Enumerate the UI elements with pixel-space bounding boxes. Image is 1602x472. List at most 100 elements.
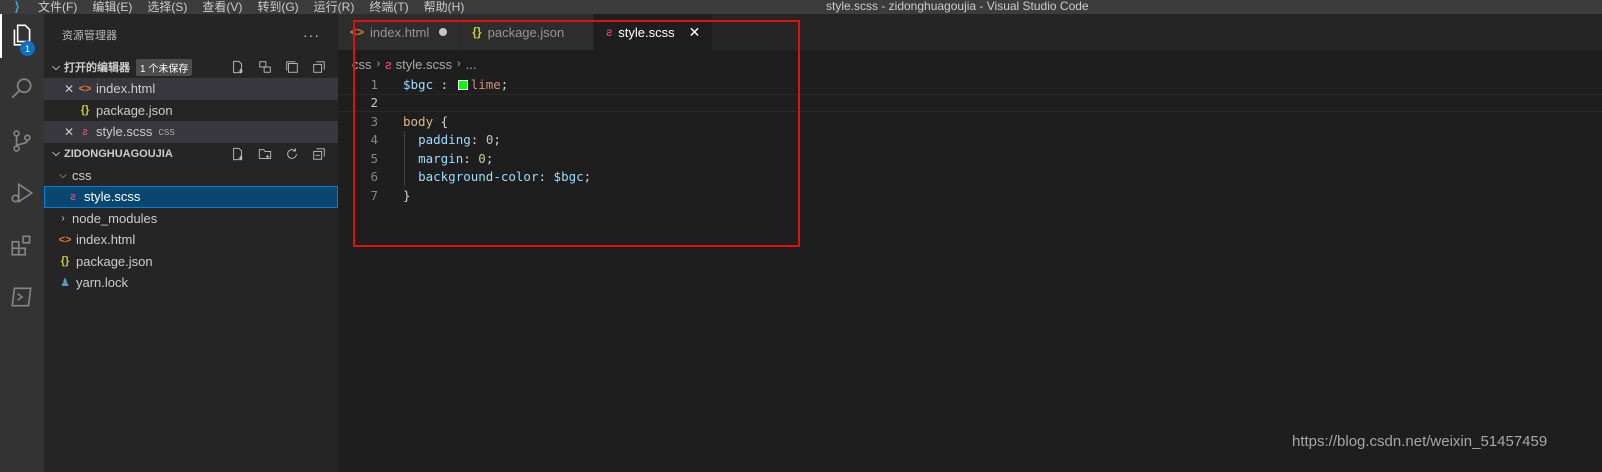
yarn-file-icon: ♟ (60, 277, 70, 290)
refresh-icon[interactable] (278, 146, 305, 162)
scss-file-icon: ƨ (606, 25, 613, 39)
explorer-sidebar: 资源管理器 ··· ⌵ 打开的编辑器 1 个未保存 ✕ <> index.htm… (44, 14, 338, 472)
menu-edit[interactable]: 编辑(E) (92, 0, 132, 14)
code-token: ; (500, 76, 509, 92)
code-token: : (538, 169, 554, 185)
source-control-icon (9, 128, 35, 157)
code-line[interactable]: 7} (338, 186, 1602, 205)
tab-index-html[interactable]: <> index.html (338, 14, 461, 50)
tree-item-folder[interactable]: › node_modules (44, 208, 338, 230)
folder-actions (224, 146, 332, 162)
tab-label: style.scss (618, 24, 675, 40)
tree-item-file[interactable]: {} package.json (44, 251, 338, 273)
close-all-editors-icon[interactable] (305, 59, 332, 75)
tree-item-folder[interactable]: ⌵ css (44, 165, 338, 187)
open-editor-item[interactable]: {} package.json (44, 100, 338, 122)
code-line[interactable]: 5 margin: 0; (338, 149, 1602, 168)
terminal-activity[interactable] (0, 276, 44, 320)
new-folder-icon[interactable] (251, 146, 278, 162)
code-line[interactable]: 2 (338, 93, 1602, 112)
tree-item-label: yarn.lock (76, 275, 129, 291)
open-editor-item[interactable]: ✕ <> index.html (44, 78, 338, 100)
open-editor-label: package.json (96, 102, 173, 118)
vscode-logo-icon: ⟩ (14, 0, 20, 14)
code-text: } (403, 188, 411, 203)
run-debug-icon (9, 180, 35, 209)
open-editors-header[interactable]: ⌵ 打开的编辑器 1 个未保存 (44, 56, 338, 78)
line-number: 3 (370, 113, 378, 129)
menu-bar: 文件(F) 编辑(E) 选择(S) 查看(V) 转到(G) 运行(R) 终端(T… (38, 0, 479, 14)
folder-header[interactable]: ⌵ ZIDONGHUAGOUJIA (44, 143, 338, 165)
search-activity[interactable] (0, 68, 44, 112)
line-number: 7 (370, 187, 378, 203)
menu-view[interactable]: 查看(V) (202, 0, 242, 14)
watermark: https://blog.csdn.net/weixin_51457459 (1292, 433, 1548, 450)
code-line[interactable]: 4 padding: 0; (338, 131, 1602, 150)
editor-tabs: <> index.html {} package.json ƨ style.sc… (338, 14, 1602, 50)
close-icon[interactable]: ✕ (62, 82, 76, 96)
save-all-icon[interactable] (278, 59, 305, 75)
explorer-activity[interactable]: 1 (0, 14, 44, 58)
code-token: $bgc (553, 169, 584, 185)
tab-style-scss[interactable]: ƨ style.scss ✕ (594, 14, 714, 50)
toggle-vertical-layout-icon[interactable] (251, 59, 278, 75)
open-editor-item[interactable]: ✕ ƨ style.scss css (44, 121, 338, 143)
code-token: ; (493, 132, 501, 148)
code-token: 0 (478, 150, 486, 166)
tree-item-label: css (72, 167, 92, 183)
html-file-icon: <> (78, 82, 92, 95)
unsaved-dot-icon[interactable] (439, 28, 448, 36)
code-editor[interactable]: 1 $bgc : lime; 2 3 body {4 padding: 0; 5 marg… (338, 75, 1602, 472)
search-icon (9, 76, 35, 105)
code-token: ; (485, 150, 494, 166)
more-actions-icon[interactable]: ··· (303, 27, 320, 43)
indent-guide (404, 130, 405, 186)
run-debug-activity[interactable] (0, 172, 44, 216)
code-token: { (433, 113, 449, 129)
close-icon[interactable]: ✕ (62, 125, 76, 139)
breadcrumb-symbols[interactable]: ... (466, 57, 477, 72)
menu-go[interactable]: 转到(G) (257, 0, 298, 14)
html-file-icon: <> (350, 25, 365, 39)
extensions-activity[interactable] (0, 224, 44, 268)
unsaved-badge: 1 个未保存 (136, 58, 193, 76)
code-token: margin (418, 150, 464, 166)
folder-title: ZIDONGHUAGOUJIA (64, 147, 173, 160)
line-number: 2 (370, 95, 378, 111)
new-untitled-file-icon[interactable] (224, 59, 251, 75)
html-file-icon: <> (58, 233, 72, 246)
open-editors-title: 打开的编辑器 (64, 62, 130, 74)
tree-item-file[interactable]: <> index.html (44, 229, 338, 251)
close-icon[interactable]: ✕ (689, 24, 701, 41)
open-editor-folder-desc: css (158, 125, 175, 138)
scss-file-icon: ƨ (70, 190, 76, 203)
new-file-icon[interactable] (224, 146, 251, 162)
menu-file[interactable]: 文件(F) (38, 0, 77, 14)
menu-selection[interactable]: 选择(S) (147, 0, 187, 14)
menu-help[interactable]: 帮助(H) (424, 0, 465, 14)
collapse-all-icon[interactable] (305, 146, 332, 162)
source-control-activity[interactable] (0, 120, 44, 164)
tree-item-file[interactable]: ƨ style.scss (44, 186, 338, 208)
code-token: : (463, 150, 479, 166)
menu-terminal[interactable]: 终端(T) (369, 0, 408, 14)
menu-run[interactable]: 运行(R) (314, 0, 355, 14)
code-token: ; (583, 169, 592, 185)
chevron-down-icon: ⌵ (52, 61, 60, 73)
breadcrumb-file[interactable]: style.scss (396, 57, 452, 72)
code-line[interactable]: 6 background-color: $bgc; (338, 168, 1602, 187)
color-swatch-icon[interactable] (457, 79, 468, 90)
tree-item-file[interactable]: ♟ yarn.lock (44, 272, 338, 294)
json-file-icon: {} (60, 255, 70, 268)
tree-item-label: package.json (76, 253, 153, 269)
breadcrumb-folder[interactable]: css (352, 57, 372, 72)
code-line[interactable]: 3 body { (338, 112, 1602, 131)
code-token: : (470, 132, 486, 148)
open-editor-label: index.html (96, 81, 156, 97)
code-line[interactable]: 1 $bgc : lime; (338, 75, 1602, 94)
explorer-badge: 1 (20, 41, 35, 56)
chevron-down-icon: ⌵ (59, 169, 67, 181)
code-text: $bgc : lime; (403, 77, 508, 92)
tab-package-json[interactable]: {} package.json (460, 14, 595, 50)
